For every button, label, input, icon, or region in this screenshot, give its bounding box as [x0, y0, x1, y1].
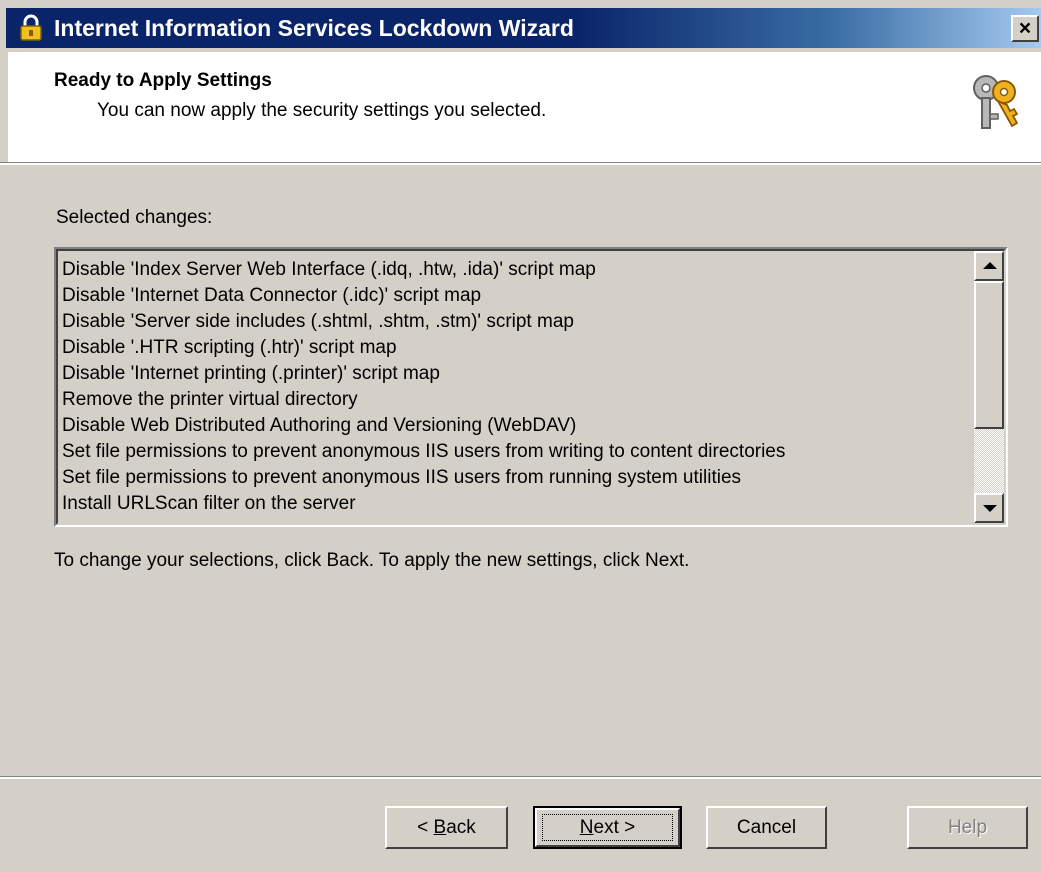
list-item[interactable]: Remove the printer virtual directory: [62, 387, 968, 413]
instruction-text: To change your selections, click Back. T…: [54, 550, 690, 571]
list-item[interactable]: Disable '.HTR scripting (.htr)' script m…: [62, 335, 968, 361]
page-subtitle: You can now apply the security settings …: [97, 100, 547, 121]
back-button[interactable]: < Back: [385, 806, 508, 849]
cancel-button[interactable]: Cancel: [706, 806, 827, 849]
page-title: Ready to Apply Settings: [54, 70, 272, 91]
list-item[interactable]: Install URLScan filter on the server: [62, 491, 968, 517]
close-icon: ×: [1018, 17, 1032, 40]
help-button[interactable]: Help: [907, 806, 1028, 849]
list-item[interactable]: Set file permissions to prevent anonymou…: [62, 439, 968, 465]
changes-list-items: Disable 'Index Server Web Interface (.id…: [62, 257, 968, 517]
back-label-rest: ack: [446, 817, 476, 838]
scrollbar-thumb[interactable]: [974, 281, 1004, 429]
lock-icon: [20, 14, 42, 41]
list-item[interactable]: Disable 'Internet printing (.printer)' s…: [62, 361, 968, 387]
back-label-accesskey: B: [433, 817, 447, 838]
list-item[interactable]: Disable 'Index Server Web Interface (.id…: [62, 257, 968, 283]
list-item[interactable]: Disable 'Server side includes (.shtml, .…: [62, 309, 968, 335]
selected-changes-list[interactable]: Disable 'Index Server Web Interface (.id…: [54, 247, 1008, 527]
header-divider-highlight: [0, 163, 1041, 165]
wizard-window: Internet Information Services Lockdown W…: [0, 0, 1041, 872]
list-item[interactable]: Disable Web Distributed Authoring and Ve…: [62, 413, 968, 439]
focus-rectangle: [542, 814, 673, 841]
scroll-down-button[interactable]: [974, 493, 1004, 523]
arrow-up-icon: [983, 262, 997, 269]
next-button[interactable]: Next >: [533, 806, 682, 849]
keys-icon: [973, 75, 1019, 129]
list-item[interactable]: Set file permissions to prevent anonymou…: [62, 465, 968, 491]
footer-divider-highlight: [0, 777, 1041, 779]
list-scrollbar[interactable]: [974, 251, 1004, 523]
back-label-prefix: <: [417, 817, 434, 838]
window-title: Internet Information Services Lockdown W…: [54, 15, 574, 41]
selected-changes-label: Selected changes:: [56, 207, 213, 228]
list-item[interactable]: Disable 'Internet Data Connector (.idc)'…: [62, 283, 968, 309]
arrow-down-icon: [983, 505, 997, 512]
scroll-up-button[interactable]: [974, 251, 1004, 281]
title-bar[interactable]: Internet Information Services Lockdown W…: [6, 8, 1041, 48]
close-button[interactable]: ×: [1011, 15, 1039, 42]
wizard-header: Ready to Apply Settings You can now appl…: [8, 52, 1041, 162]
